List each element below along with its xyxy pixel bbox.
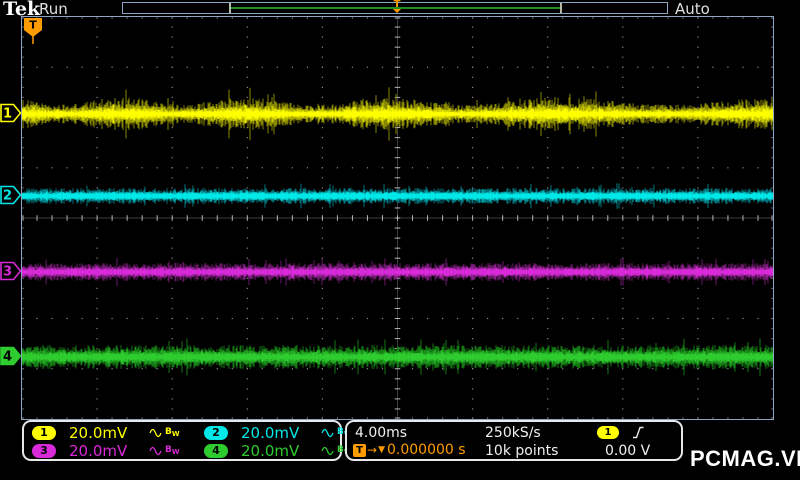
trigger-t-glyph: T [29, 19, 37, 32]
trigger-arrow-icon: → [367, 443, 378, 457]
ch1-readout: 1 20.0mV BW [32, 424, 180, 442]
ac-coupling-icon [321, 446, 334, 456]
record-view-left-bracket [229, 3, 231, 13]
channel-readout-box: 1 20.0mV BW 2 20.0mV BW 3 20.0mV BW 4 [22, 420, 352, 461]
bandwidth-limit-icon: BW [165, 445, 180, 456]
waveforms [22, 87, 773, 376]
horizontal-trigger-readout-box: 4.00ms 250kS/s 1 T → ▼ 0.000000 s 10k point… [345, 420, 683, 461]
watermark: PCMAG.VN [690, 446, 800, 471]
ch3-scale: 20.0mV [69, 442, 128, 460]
ch4-readout: 4 20.0mV BW [204, 442, 352, 460]
trigger-position-readout: T → ▼ 0.000000 s [353, 442, 466, 458]
trigger-level-marker-icon: ▼ [378, 445, 385, 455]
trigger-position-badge-icon: T [24, 18, 42, 44]
record-view-right-bracket [560, 3, 562, 13]
ac-coupling-icon [149, 446, 162, 456]
ac-coupling-icon [321, 428, 334, 438]
ac-coupling-icon [149, 428, 162, 438]
channel-marker-3: 3 [0, 261, 22, 281]
channel-marker-4: 4 [0, 346, 22, 366]
svg-text:3: 3 [3, 265, 12, 280]
trigger-source-badge: 1 [597, 426, 619, 439]
trigger-position-value: 0.000000 s [386, 442, 466, 458]
horizontal-scale: 4.00ms [355, 425, 408, 441]
trigger-position-mini-arrow-icon [393, 9, 401, 13]
bandwidth-limit-icon: BW [165, 427, 180, 438]
ch1-scale: 20.0mV [69, 424, 128, 442]
channel-marker-1: 1 [0, 103, 22, 123]
ch1-badge: 1 [32, 426, 56, 440]
ch3-readout: 3 20.0mV BW [32, 442, 180, 460]
ch2-readout: 2 20.0mV BW [204, 424, 352, 442]
oscilloscope-screen: Tek Run Auto T T 1 2 3 4 1 20.0mV B W 2 … [0, 0, 800, 480]
ch4-badge: 4 [204, 444, 228, 458]
ch4-scale: 20.0mV [241, 442, 300, 460]
ch1-coupling-icons: BW [149, 428, 180, 438]
ch2-badge: 2 [204, 426, 228, 440]
ch2-scale: 20.0mV [241, 424, 300, 442]
graticule: T [21, 16, 774, 420]
record-length: 10k points [485, 443, 559, 459]
svg-text:4: 4 [3, 350, 12, 365]
record-view-bar: T [122, 0, 668, 14]
rising-edge-icon [633, 426, 644, 439]
trigger-level: 0.00 V [605, 443, 651, 459]
svg-text:1: 1 [3, 107, 12, 122]
ch3-coupling-icons: BW [149, 446, 180, 456]
ch3-badge: 3 [32, 444, 56, 458]
svg-text:2: 2 [3, 189, 12, 204]
trigger-t-icon: T [353, 443, 366, 457]
sample-rate: 250kS/s [485, 425, 541, 441]
channel-marker-2: 2 [0, 185, 22, 205]
channel-position-markers: 1 2 3 4 [0, 0, 22, 480]
